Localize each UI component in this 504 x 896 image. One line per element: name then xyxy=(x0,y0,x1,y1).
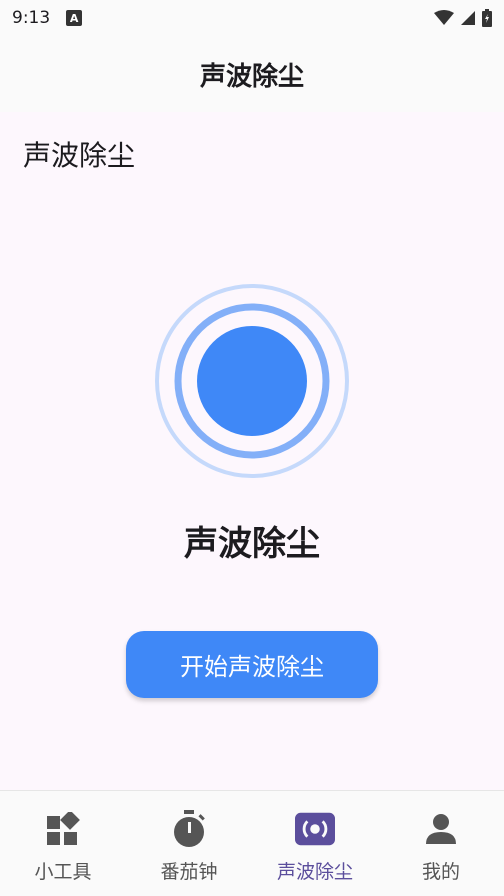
nav-label-profile: 我的 xyxy=(421,861,460,883)
status-time: 9:13 xyxy=(12,8,51,28)
screen: 9:13 A 声波除尘 声波除尘 声波除尘 开始声波除尘 小工具 番茄钟 声波除… xyxy=(0,0,504,896)
start-sonic-clean-button[interactable]: 开始声波除尘 xyxy=(126,631,378,698)
keyboard-notification-icon: A xyxy=(66,10,83,26)
center-title: 声波除尘 xyxy=(184,524,320,564)
notification-glyph: A xyxy=(69,11,79,25)
battery-icon xyxy=(482,9,492,27)
widgets-icon xyxy=(43,809,83,849)
status-bar: 9:13 A xyxy=(0,0,504,36)
nav-item-profile[interactable]: 我的 xyxy=(378,791,504,896)
bottom-navigation: 小工具 番茄钟 声波除尘 我的 xyxy=(0,790,504,896)
sound-pulse-icon xyxy=(155,284,349,478)
person-icon xyxy=(421,809,461,849)
app-bar-title: 声波除尘 xyxy=(199,61,304,92)
nav-label-sonic-clean: 声波除尘 xyxy=(276,861,353,883)
nav-item-pomodoro[interactable]: 番茄钟 xyxy=(126,791,252,896)
page-heading: 声波除尘 xyxy=(23,139,136,172)
sound-wave-icon xyxy=(295,809,335,849)
nav-item-tools[interactable]: 小工具 xyxy=(0,791,126,896)
signal-icon xyxy=(461,11,475,25)
timer-icon xyxy=(169,809,209,849)
nav-label-tools: 小工具 xyxy=(34,861,92,883)
nav-label-pomodoro: 番茄钟 xyxy=(160,861,218,883)
nav-item-sonic-clean[interactable]: 声波除尘 xyxy=(252,791,378,896)
app-bar: 声波除尘 xyxy=(0,36,504,112)
status-indicators xyxy=(434,9,492,27)
wifi-icon xyxy=(434,10,454,25)
